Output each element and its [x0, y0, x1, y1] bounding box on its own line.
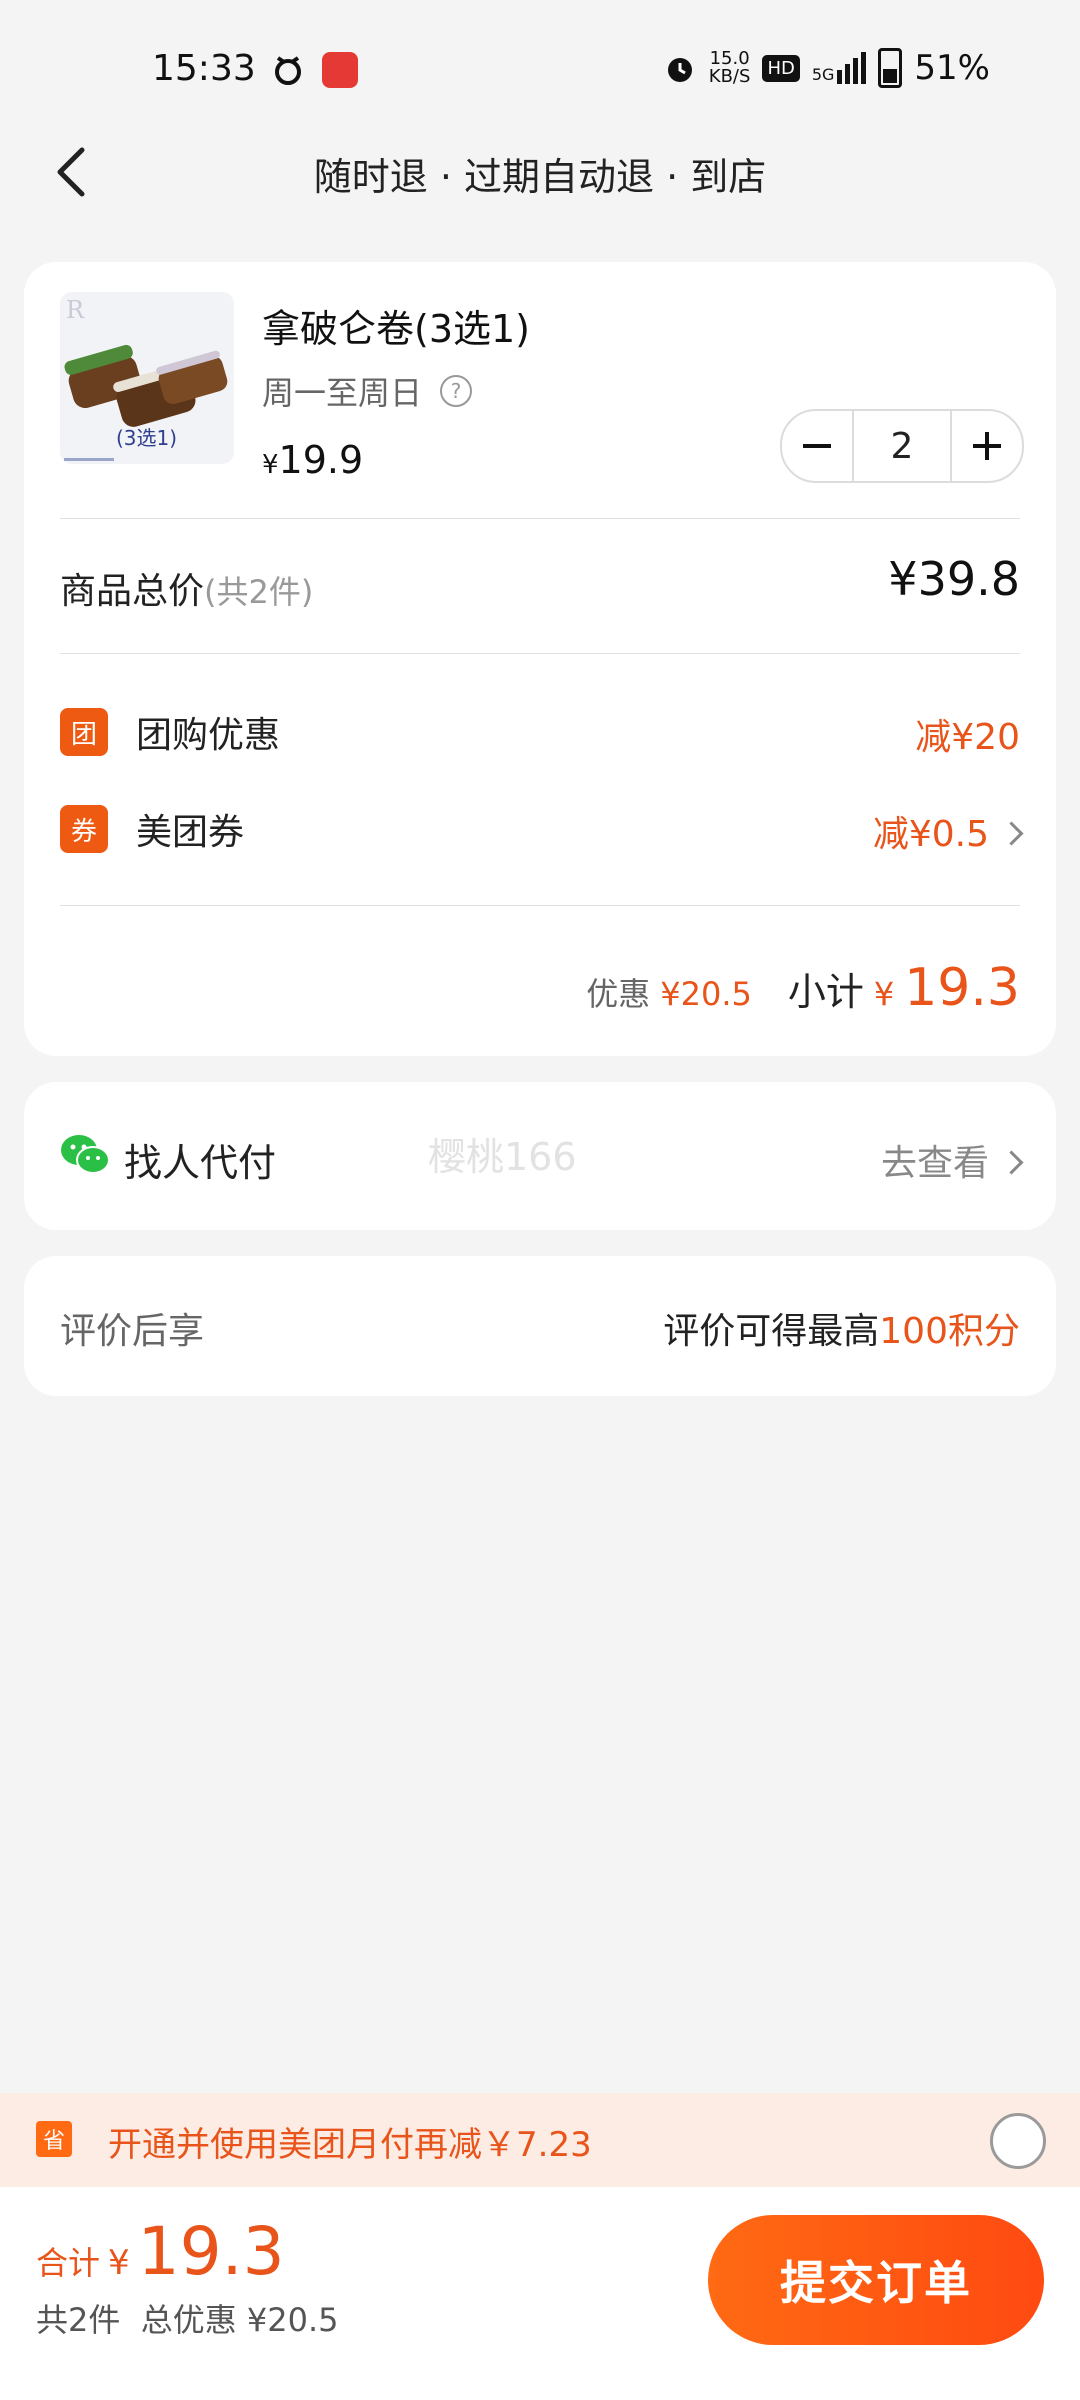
review-text: 评价可得最高 — [663, 1311, 880, 1352]
banner-text: 开通并使用美团月付再减￥7.23 — [108, 2125, 592, 2165]
svg-text:R: R — [66, 296, 85, 324]
coupon-value: 减¥0.5 — [872, 814, 989, 855]
battery-icon — [878, 48, 903, 88]
watermark-text: 樱桃166 — [428, 1135, 577, 1179]
quantity-stepper: 2 — [780, 409, 1024, 483]
availability-text: 周一至周日 — [262, 374, 423, 412]
total-price-label: 商品总价(共2件) — [60, 562, 313, 614]
net-speed: 15.0 KB/S — [709, 50, 751, 86]
monthly-pay-banner[interactable]: 省 开通并使用美团月付再减￥7.23 — [0, 2093, 1080, 2187]
signal-icon: 5G — [812, 52, 867, 84]
group-discount-value: 减¥20 — [915, 717, 1020, 758]
coupon-badge: 券 — [60, 805, 108, 853]
hd-badge: HD — [762, 54, 800, 82]
divider — [60, 905, 1020, 906]
subtotal-currency: ¥ — [873, 975, 895, 1013]
product-availability: 周一至周日 ? — [262, 368, 473, 414]
product-price: ¥19.9 — [262, 438, 363, 482]
thumb-caption: (3选1) — [116, 426, 178, 450]
net-speed-unit: KB/S — [708, 66, 751, 87]
group-discount-badge: 团 — [60, 708, 108, 756]
divider — [60, 518, 1020, 519]
alarm-icon — [667, 58, 692, 82]
wechat-icon — [61, 1135, 110, 1174]
pay-for-me-label: 找人代付 — [124, 1141, 277, 1185]
page-title: 随时退 · 过期自动退 · 到店 — [313, 155, 767, 199]
network-type: 5G — [811, 65, 835, 84]
product-name: 拿破仑卷(3选1) — [262, 307, 531, 351]
subtotal-discount-value: ¥20.5 — [660, 975, 752, 1013]
grand-total-currency: ¥ — [108, 2243, 130, 2283]
save-icon: 省 — [36, 2121, 72, 2157]
alarm-app-icon — [275, 56, 301, 85]
grand-total-value: 19.3 — [137, 2213, 285, 2290]
price-currency: ¥ — [262, 450, 279, 480]
product-thumbnail[interactable]: R (3选1) — [60, 292, 234, 464]
total-price-value: ¥39.8 — [888, 552, 1020, 606]
submit-order-button[interactable]: 提交订单 — [708, 2215, 1044, 2345]
review-card: 评价后享 评价可得最高100积分 — [24, 1256, 1056, 1396]
chevron-right-icon — [999, 820, 1024, 846]
review-points: 100积分 — [879, 1311, 1020, 1352]
divider — [60, 653, 1020, 654]
checkout-bar: 合计 ¥ 19.3 共2件 总优惠 ¥20.5 提交订单 — [0, 2187, 1080, 2400]
view-link-text: 去查看 — [880, 1143, 989, 1184]
decrease-button[interactable] — [782, 411, 852, 481]
subtotal-label: 小计 — [787, 970, 864, 1014]
minus-icon — [803, 444, 831, 448]
review-reward: 评价可得最高100积分 — [663, 1302, 1020, 1354]
status-bar: 15:33 15.0 KB/S HD 5G 51% — [0, 0, 1080, 130]
review-label: 评价后享 — [60, 1311, 205, 1352]
status-time: 15:33 — [152, 48, 256, 89]
app-notification-icon — [322, 52, 358, 88]
banner-checkbox[interactable] — [990, 2113, 1046, 2169]
total-count: (共2件) — [204, 573, 314, 611]
increase-button[interactable] — [952, 411, 1022, 481]
grand-total-label: 合计 — [36, 2244, 101, 2282]
help-icon[interactable]: ? — [440, 375, 473, 407]
battery-percent: 51% — [914, 48, 990, 88]
subtotal-discount-label: 优惠 — [586, 975, 651, 1013]
quantity-value[interactable]: 2 — [852, 411, 952, 481]
order-card: R (3选1) 拿破仑卷(3选1) 周一至周日 ? ¥19.9 2 商品总价(共… — [24, 262, 1056, 1056]
coupon-label: 美团券 — [136, 812, 245, 853]
order-summary: 共2件 总优惠 ¥20.5 — [36, 2301, 339, 2339]
price-value: 19.9 — [278, 438, 364, 482]
group-discount-label: 团购优惠 — [136, 715, 281, 756]
plus-icon — [973, 432, 1001, 460]
subtotal-row: 优惠 ¥20.5 小计 ¥ 19.3 — [586, 958, 1020, 1018]
status-right: 15.0 KB/S HD 5G 51% — [663, 48, 990, 88]
coupon-row[interactable]: 减¥0.5 — [872, 805, 1024, 857]
total-summary: 合计 ¥ 19.3 — [36, 2213, 285, 2290]
chevron-right-icon — [999, 1149, 1024, 1175]
view-link[interactable]: 去查看 — [880, 1134, 1024, 1186]
pay-for-me-card[interactable]: 找人代付 樱桃166 去查看 — [24, 1082, 1056, 1230]
total-label-text: 商品总价 — [60, 571, 205, 612]
subtotal-value: 19.3 — [904, 958, 1020, 1018]
